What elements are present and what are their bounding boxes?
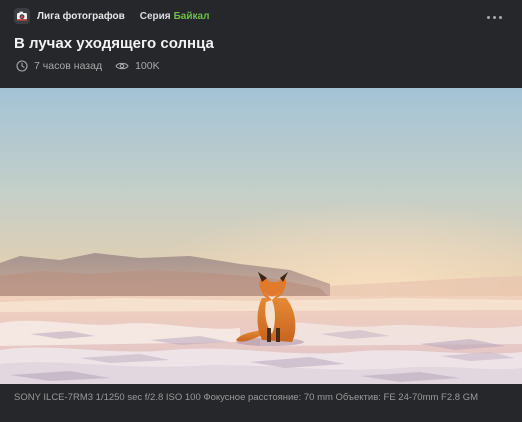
- more-dots-icon[interactable]: [482, 10, 506, 24]
- post-card: Лига фотографов Серия Байкал В лучах уход…: [0, 0, 522, 422]
- community-link[interactable]: Лига фотографов Серия Байкал: [14, 7, 209, 25]
- eye-icon: [115, 61, 129, 71]
- post-header: Лига фотографов Серия Байкал В лучах уход…: [0, 0, 522, 88]
- series-label: Серия Байкал: [140, 11, 210, 22]
- community-name[interactable]: Лига фотографов: [37, 11, 125, 22]
- dot: [486, 15, 490, 19]
- post-time: 7 часов назад: [34, 60, 103, 72]
- dot: [498, 15, 502, 19]
- post-meta: 7 часов назад 100K: [16, 59, 160, 73]
- views-count: 100K: [135, 60, 160, 72]
- dot: [492, 15, 496, 19]
- clock-icon: [16, 60, 28, 72]
- series-link[interactable]: Байкал: [174, 11, 210, 22]
- fox-photo[interactable]: [0, 88, 522, 384]
- series-label-text: Серия: [139, 10, 171, 22]
- photo-exif: SONY ILCE-7RM3 1/1250 sec f/2.8 ISO 100 …: [14, 392, 479, 403]
- views-counter: 100K: [115, 60, 160, 72]
- post-title[interactable]: В лучах уходящего солнца: [14, 35, 214, 52]
- camera-icon: [14, 8, 30, 24]
